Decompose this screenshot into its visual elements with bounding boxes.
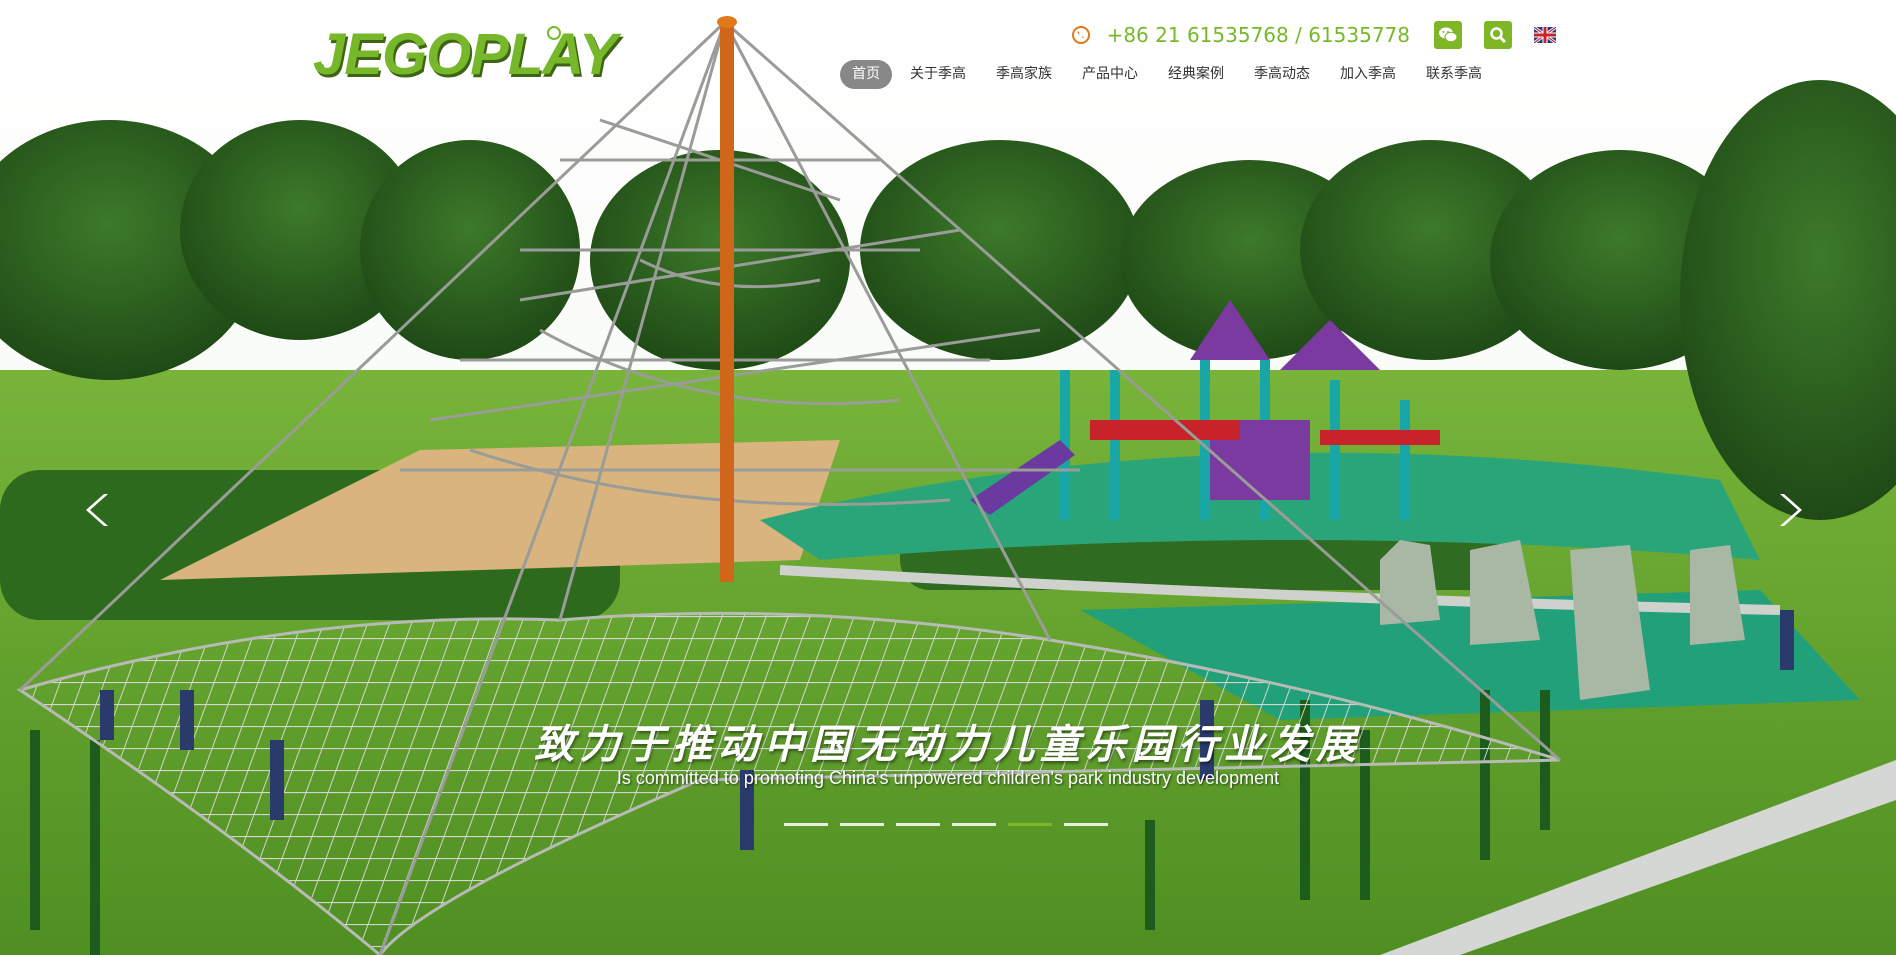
uk-flag-icon[interactable]: [1534, 27, 1556, 43]
nav-item-cases[interactable]: 经典案例: [1156, 60, 1236, 89]
search-icon: [1490, 27, 1507, 44]
nav-item-products[interactable]: 产品中心: [1070, 60, 1150, 89]
phone-number: +86 21 61535768 / 61535778: [1106, 23, 1410, 47]
wechat-icon: [1439, 27, 1458, 43]
hero-image: [0, 0, 1896, 955]
phone-icon: [1071, 26, 1090, 44]
registered-mark-icon: [547, 26, 561, 40]
wechat-button[interactable]: [1434, 21, 1462, 49]
prev-slide-arrow-icon[interactable]: [80, 490, 120, 530]
slide-dot-4[interactable]: [952, 823, 996, 826]
nav-item-contact[interactable]: 联系季高: [1414, 60, 1494, 89]
nav-item-join[interactable]: 加入季高: [1328, 60, 1408, 89]
slide-dot-6[interactable]: [1064, 823, 1108, 826]
hero-slider: [0, 0, 1896, 955]
jegoplay-logo[interactable]: JEGOPLAY: [313, 20, 618, 90]
hero-slogan-en: Is committed to promoting China's unpowe…: [616, 768, 1280, 788]
slide-dot-5[interactable]: [1008, 823, 1052, 826]
nav-item-family[interactable]: 季高家族: [984, 60, 1064, 89]
search-button[interactable]: [1484, 21, 1512, 49]
logo-text: JEGOPLAY: [313, 22, 618, 87]
top-contact-bar: +86 21 61535768 / 61535778: [1071, 20, 1556, 50]
slide-dot-2[interactable]: [840, 823, 884, 826]
next-slide-arrow-icon[interactable]: [1768, 490, 1808, 530]
slide-dot-3[interactable]: [896, 823, 940, 826]
main-nav: 首页 关于季高 季高家族 产品中心 经典案例 季高动态 加入季高 联系季高: [840, 60, 1494, 89]
nav-item-about[interactable]: 关于季高: [898, 60, 978, 89]
hero-slogan-cn: 致力于推动中国无动力儿童乐园行业发展: [534, 721, 1362, 768]
nav-item-news[interactable]: 季高动态: [1242, 60, 1322, 89]
slide-indicators: [784, 823, 1108, 826]
slide-dot-1[interactable]: [784, 823, 828, 826]
nav-item-home[interactable]: 首页: [840, 60, 892, 89]
